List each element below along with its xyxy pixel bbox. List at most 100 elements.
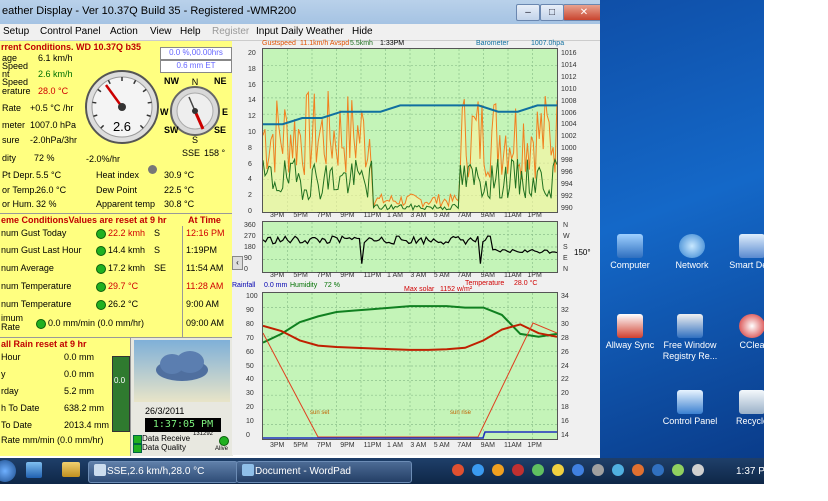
cloud-icon — [156, 351, 208, 381]
legend-rainfall: Rainfall — [232, 282, 256, 289]
registry-repair-icon — [677, 314, 703, 338]
menu-hide[interactable]: Hide — [352, 26, 373, 37]
axis-tick-label: 9AM — [480, 442, 495, 449]
legend-temperature: Temperature — [465, 280, 505, 287]
axis-tick-label: 11AM — [504, 442, 522, 449]
weather-display-icon — [94, 464, 106, 476]
tray-icon-12[interactable] — [672, 464, 684, 476]
desktop-icon-control-panel[interactable]: Control Panel — [660, 390, 720, 427]
axis-tick-label: 180 — [244, 244, 256, 251]
axis-tick-label: 11AM — [504, 212, 522, 219]
max-solar-series — [263, 322, 557, 438]
compass-se: SE — [214, 125, 227, 135]
menu-action[interactable]: Action — [110, 26, 138, 37]
extremes-time: 09:00 AM — [186, 318, 225, 328]
taskbar-weather-display[interactable]: SSE,2.6 km/h,28.0 °C — [88, 461, 238, 483]
rain-rate: Rate mm/min (0.0 mm/hr) — [1, 435, 104, 445]
wind-speed-gauge: 2.6 — [85, 70, 159, 144]
smart-defrag-icon — [739, 234, 764, 258]
desktop-icon-computer[interactable]: Computer — [600, 234, 660, 271]
internet-explorer-icon[interactable] — [26, 462, 42, 478]
desktop-icon-smart-defrag[interactable]: Smart De 2 — [722, 234, 764, 271]
axis-tick-label: 11PM — [363, 442, 382, 449]
scroll-left-button[interactable]: ‹ — [232, 256, 243, 270]
desktop-icon-label: Control Panel — [662, 416, 718, 426]
minimize-button[interactable]: – — [516, 4, 540, 21]
tray-icon-1[interactable] — [452, 464, 464, 476]
axis-tick-label: 7AM — [457, 212, 472, 219]
tray-icon-10[interactable] — [632, 464, 644, 476]
axis-tick-label: 994 — [561, 180, 573, 188]
menu-control-panel[interactable]: Control Panel — [40, 26, 101, 37]
axis-tick-label: 1010 — [561, 85, 577, 93]
desktop-icon-ccleaner[interactable]: CClea — [722, 314, 764, 351]
axis-tick-label: 11PM — [363, 272, 382, 279]
close-button[interactable]: ✕ — [563, 4, 605, 21]
wind-direction-side-value: 150° — [574, 248, 591, 257]
wind-direction-label: SSE — [182, 148, 201, 158]
value-humidity: 72 % — [34, 153, 55, 163]
desktop-icon-registry-repair[interactable]: Free Window Registry Re... — [660, 314, 720, 362]
start-button[interactable] — [0, 460, 16, 482]
legend-time: 1:33PM — [380, 40, 405, 47]
menu-setup[interactable]: Setup — [3, 26, 29, 37]
legend-avg-speed-2: 5.5kmh — [350, 40, 373, 47]
menu-help[interactable]: Help — [180, 26, 201, 37]
extremes-direction: S — [154, 245, 161, 255]
compass-s: S — [192, 135, 198, 145]
label-heat-index: Heat index — [96, 170, 140, 180]
axis-tick-label: 1012 — [561, 73, 577, 81]
tray-icon-8[interactable] — [592, 464, 604, 476]
axis-tick-label: 1002 — [561, 133, 577, 141]
current-conditions-panel: rrent Conditions. WD 10.37Q b35 age 6.1 … — [0, 41, 233, 213]
gauge-value: 2.6 — [113, 119, 131, 134]
tray-icon-2[interactable] — [472, 464, 484, 476]
tray-icon-3[interactable] — [492, 464, 504, 476]
label-dewpoint-depression: Pt Depr. — [2, 170, 35, 180]
axis-tick-label: 34 — [561, 293, 569, 300]
rain-value-yesterday: 5.2 mm — [64, 386, 95, 396]
tray-icon-11[interactable] — [652, 464, 664, 476]
rain-label-year: To Date — [1, 420, 33, 430]
tray-icon-5[interactable] — [532, 464, 544, 476]
ccleaner-icon — [739, 314, 764, 338]
tray-icon-4[interactable] — [512, 464, 524, 476]
axis-tick-label: W — [563, 233, 570, 240]
desktop-icon-recycle-bin[interactable]: Recycle — [722, 390, 764, 427]
axis-tick-label: 3PM — [270, 442, 285, 449]
axis-tick-label: 3 AM — [410, 272, 427, 279]
title-bar[interactable]: eather Display - Ver 10.37Q Build 35 - R… — [0, 0, 605, 24]
rain-value-month: 638.2 mm — [64, 403, 105, 413]
axis-tick-label: 10 — [246, 418, 254, 426]
axis-tick-label: 5 AM — [433, 272, 450, 279]
axis-tick-label: 2 — [248, 192, 252, 200]
menu-view[interactable]: View — [150, 26, 172, 37]
extremes-time: 1:19PM — [186, 245, 218, 255]
axis-tick-label: 1PM — [527, 212, 542, 219]
data-received-label: Data Receive — [142, 434, 191, 443]
legend-humidity-value: 72 % — [324, 282, 340, 289]
desktop-icon-network[interactable]: Network — [662, 234, 722, 271]
wind-barometer-chart — [262, 48, 558, 213]
taskbar-wordpad-label: Document - WordPad — [255, 466, 351, 477]
extremes-value: 0.0 mm/min (0.0 mm/hr) — [48, 318, 145, 328]
tray-icon-13[interactable] — [692, 464, 704, 476]
extremes-value: 14.4 kmh — [108, 245, 146, 255]
tray-icon-9[interactable] — [612, 464, 624, 476]
tray-icon-7[interactable] — [572, 464, 584, 476]
axis-tick-label: 1006 — [561, 109, 577, 117]
desktop-icon-label: Allway Sync — [605, 340, 655, 350]
maximize-button[interactable]: □ — [540, 4, 564, 21]
taskbar-wordpad[interactable]: Document - WordPad — [236, 461, 412, 483]
menu-register[interactable]: Register — [212, 26, 249, 37]
menu-input-daily-weather[interactable]: Input Daily Weather — [256, 26, 344, 37]
axis-tick-label: 998 — [561, 157, 573, 165]
tray-icon-6[interactable] — [552, 464, 564, 476]
at-time-header: At Time — [188, 215, 221, 225]
window-title: eather Display - Ver 10.37Q Build 35 - R… — [2, 5, 297, 17]
explorer-folder-icon[interactable] — [62, 462, 80, 477]
value-dew-point: 22.5 °C — [164, 185, 195, 195]
axis-tick-label: 1PM — [527, 442, 542, 449]
desktop-icon-allway-sync[interactable]: Allway Sync — [600, 314, 660, 351]
value-indoor-temp: 26.0 °C — [36, 185, 67, 195]
